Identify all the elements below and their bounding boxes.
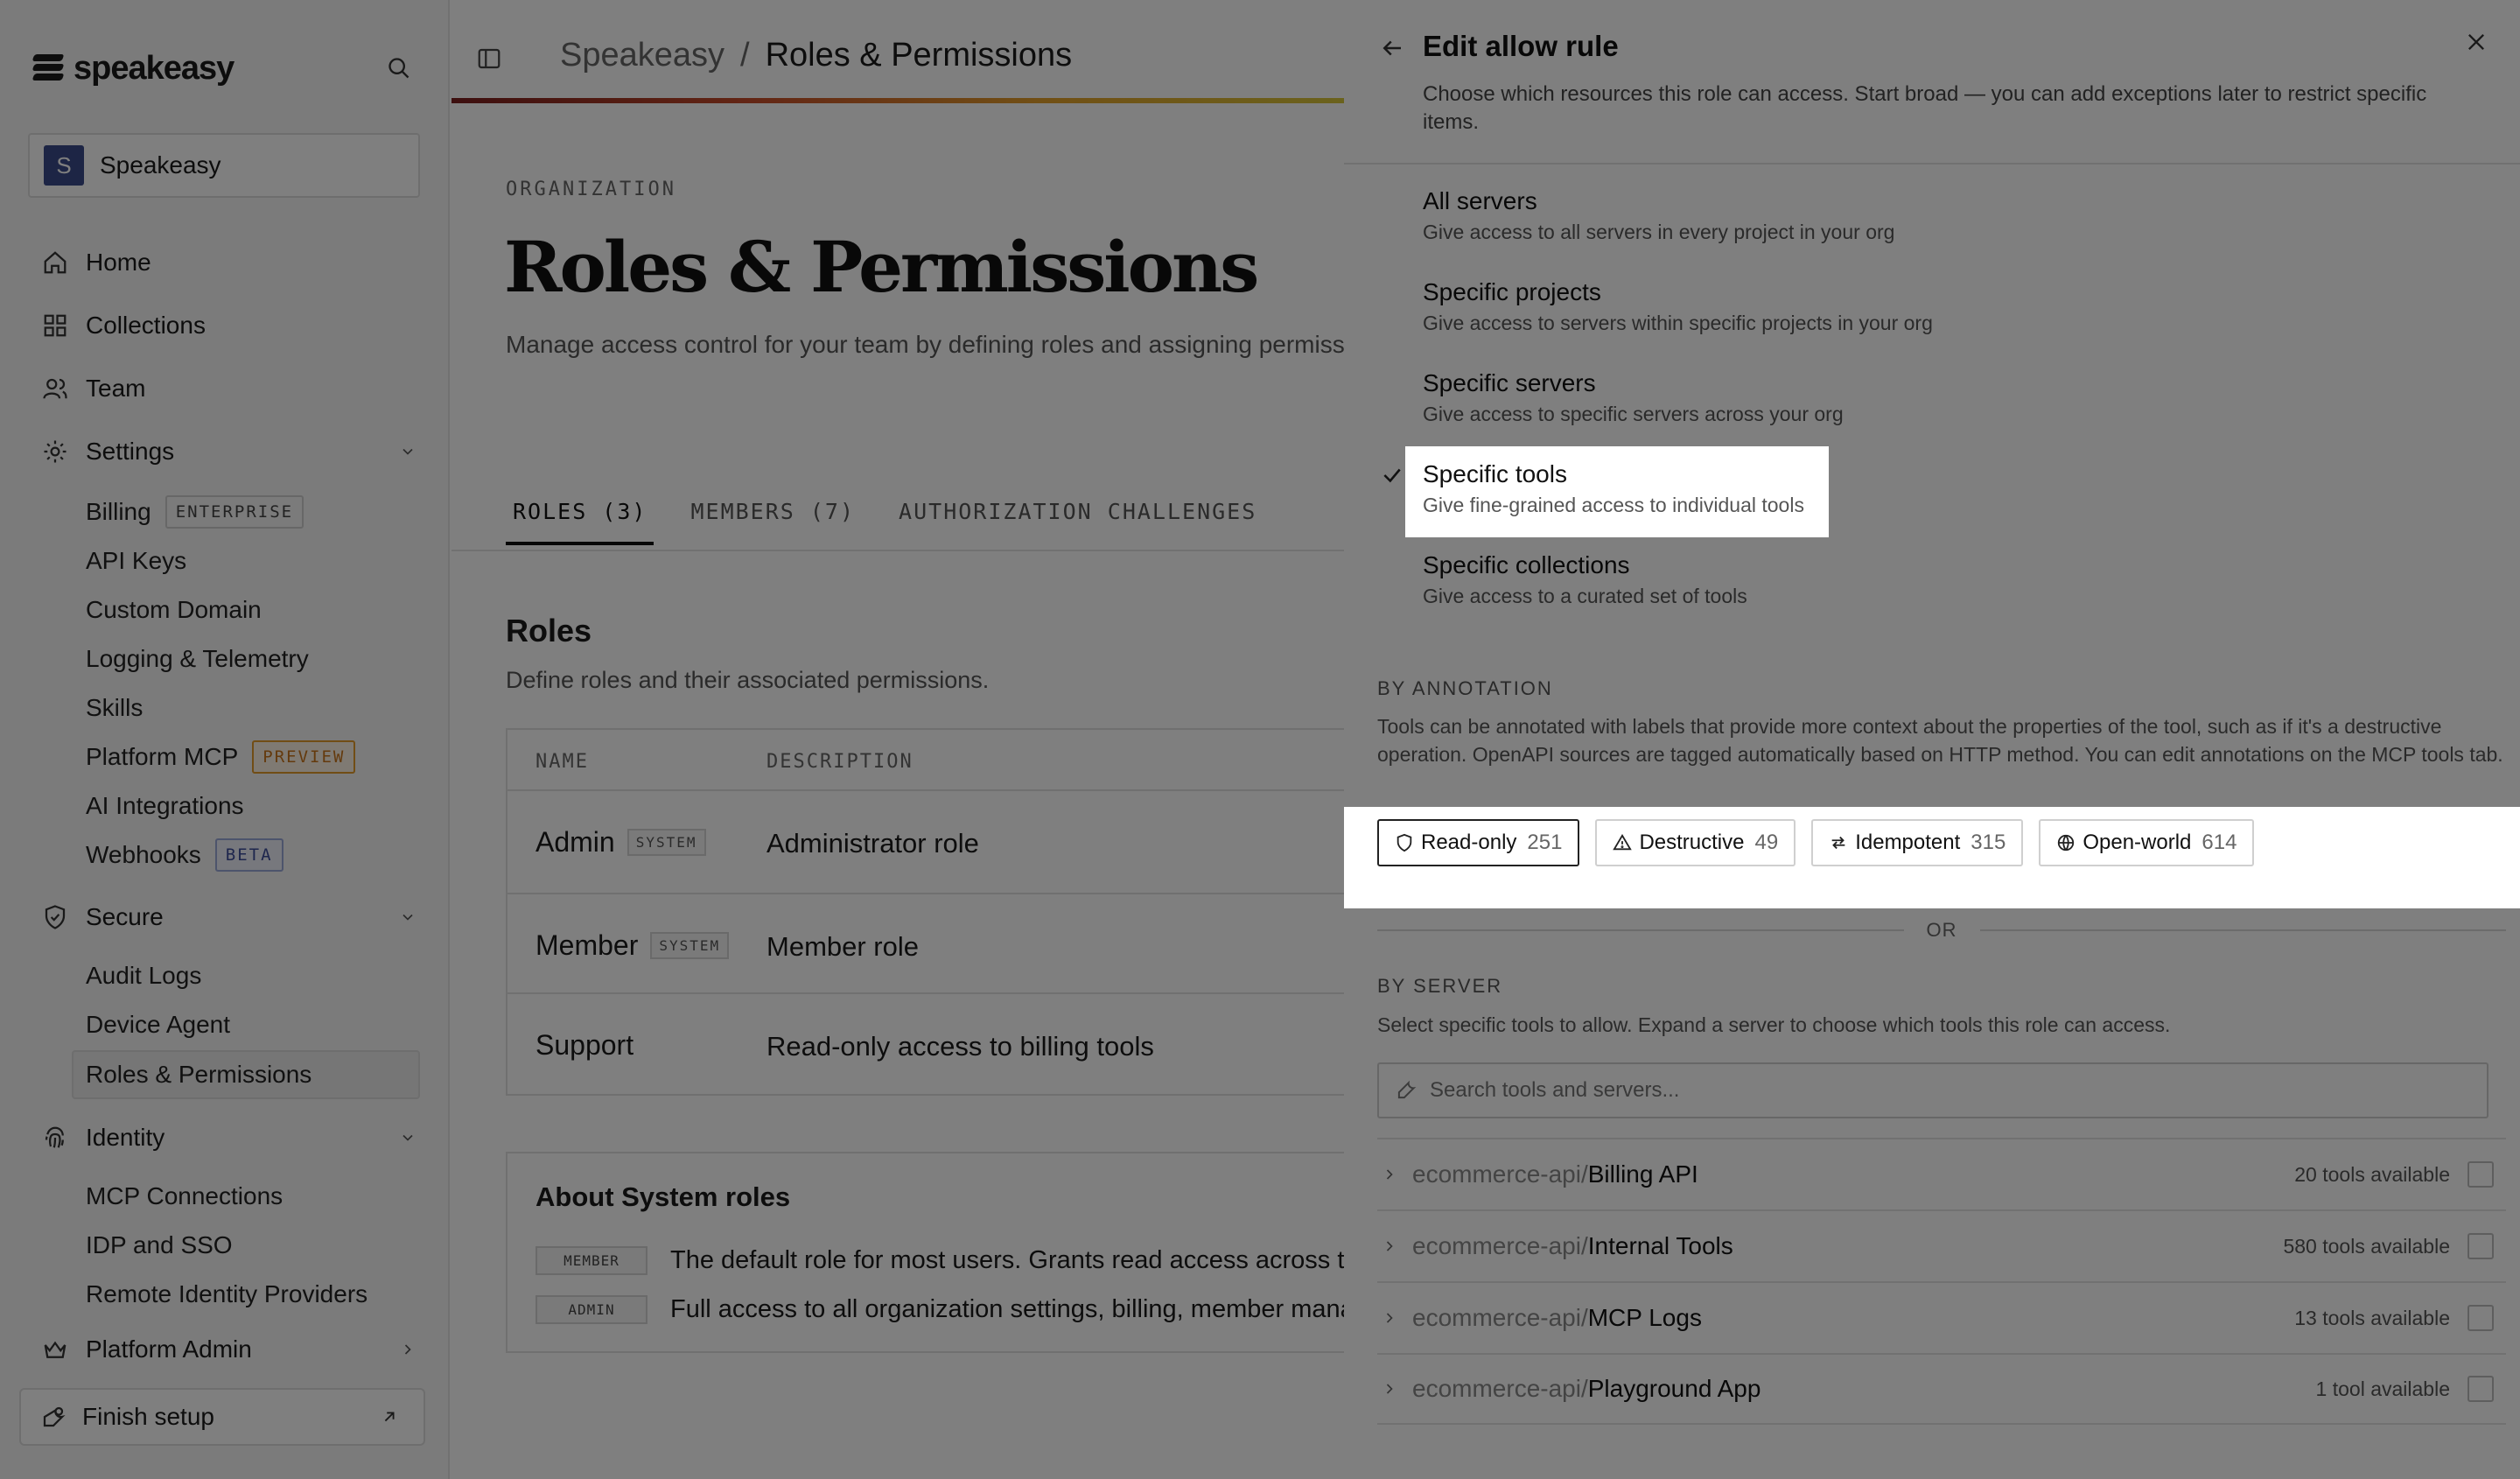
chip-count: 251	[1527, 831, 1563, 854]
chip-read-only[interactable]: Read-only 251	[1377, 819, 1580, 866]
scope-option-specific-tools[interactable]: Specific tools Give fine-grained access …	[1383, 446, 1829, 537]
option-title: Specific tools	[1423, 460, 1567, 487]
chip-count: 49	[1754, 831, 1779, 854]
spotlight-dim	[1344, 446, 1405, 537]
repeat-icon	[1829, 833, 1848, 852]
chip-idempotent[interactable]: Idempotent 315	[1811, 819, 2024, 866]
spotlight-dim	[1344, 908, 2520, 1479]
spotlight-dim	[1344, 537, 2520, 807]
chip-open-world[interactable]: Open-world 614	[2039, 819, 2255, 866]
spotlight-dim	[1829, 446, 2520, 537]
shield-icon	[1395, 833, 1414, 852]
chip-label: Open-world	[2082, 831, 2192, 854]
chip-count: 614	[2202, 831, 2237, 854]
chip-label: Idempotent	[1855, 831, 1961, 854]
option-description: Give fine-grained access to individual t…	[1423, 494, 1804, 516]
chip-label: Destructive	[1639, 831, 1745, 854]
globe-icon	[2056, 833, 2076, 852]
chip-count: 315	[1970, 831, 2006, 854]
spotlight-dim	[1344, 0, 2520, 446]
chip-destructive[interactable]: Destructive 49	[1595, 819, 1796, 866]
edit-allow-rule-drawer: Edit allow rule Choose which resources t…	[1344, 0, 2520, 1479]
annotation-chips: Read-only 251 Destructive 49 Idempotent …	[1377, 819, 2255, 866]
warning-icon	[1613, 833, 1633, 852]
chip-label: Read-only	[1421, 831, 1517, 854]
